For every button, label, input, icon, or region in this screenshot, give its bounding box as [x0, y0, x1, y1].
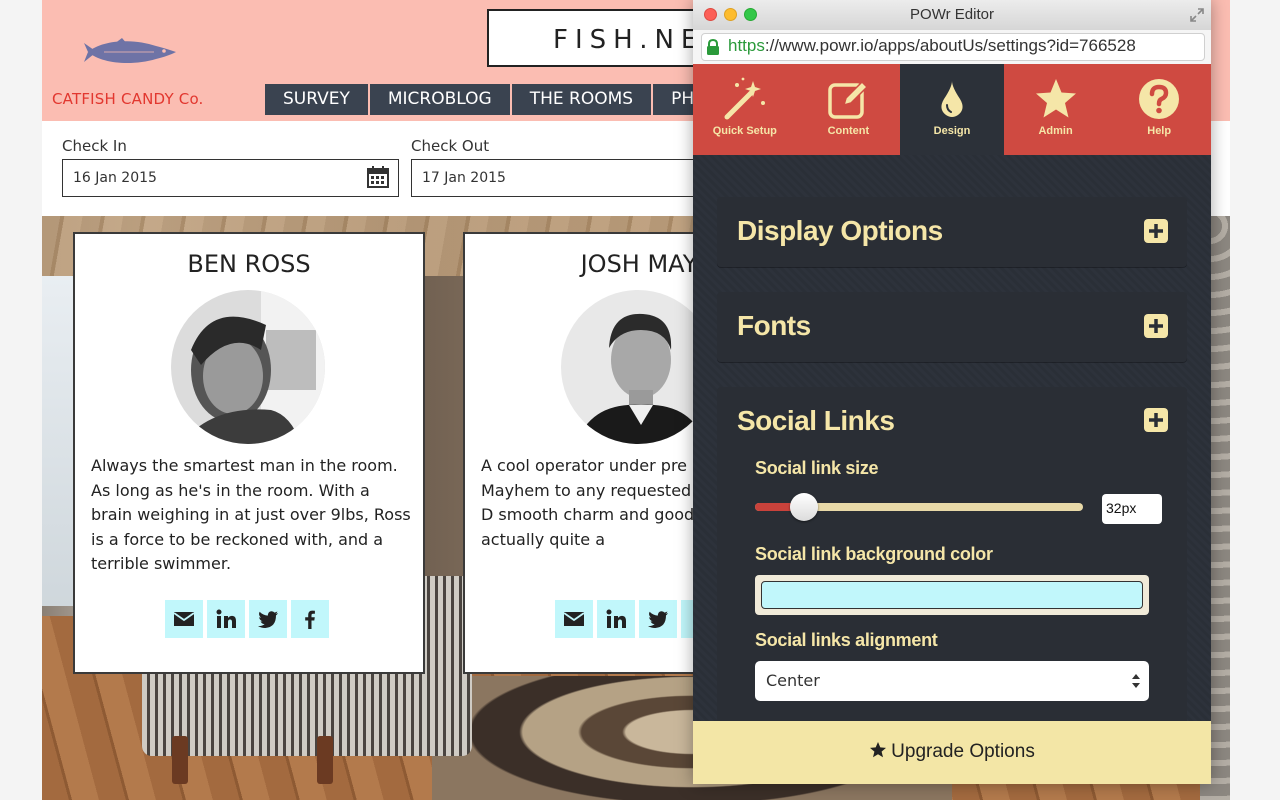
color-swatch: [761, 581, 1143, 609]
social-link-size-label: Social link size: [755, 458, 879, 478]
address-bar: https://www.powr.io/apps/aboutUs/setting…: [693, 30, 1211, 65]
nav-item-the-rooms[interactable]: THE ROOMS: [511, 84, 652, 115]
tab-label: Content: [827, 125, 870, 137]
url-text: https://www.powr.io/apps/aboutUs/setting…: [728, 36, 1136, 56]
avatar: [561, 290, 715, 444]
social-links-alignment-select[interactable]: Center: [755, 661, 1149, 701]
star-icon: [1035, 79, 1076, 118]
url-scheme: https: [728, 36, 765, 55]
plus-icon[interactable]: [1143, 313, 1169, 339]
check-out-value: 17 Jan 2015: [422, 170, 506, 186]
tab-label: Admin: [1038, 125, 1073, 137]
check-in-value: 16 Jan 2015: [73, 170, 157, 186]
social-link-size-input[interactable]: 32px: [1102, 494, 1162, 524]
social-link-bg-color-picker[interactable]: [755, 575, 1149, 615]
facebook-link[interactable]: [291, 600, 329, 638]
twitter-icon: [648, 611, 668, 629]
member-name: BEN ROSS: [187, 250, 311, 278]
social-link-bg-label: Social link background color: [755, 544, 993, 564]
team-card: BEN ROSS Always the smartest man in the …: [73, 232, 425, 674]
avatar: [171, 290, 325, 444]
select-value: Center: [766, 671, 820, 690]
linkedin-link[interactable]: [207, 600, 245, 638]
url-field[interactable]: https://www.powr.io/apps/aboutUs/setting…: [701, 33, 1205, 61]
site-nav: SURVEY MICROBLOG THE ROOMS PH: [265, 84, 714, 115]
tab-quick-setup[interactable]: Quick Setup: [693, 64, 797, 155]
check-out-field[interactable]: 17 Jan 2015: [411, 159, 731, 197]
edit-icon: [828, 80, 869, 119]
tab-label: Quick Setup: [712, 125, 777, 137]
star-icon: [870, 742, 887, 758]
email-icon: [173, 612, 195, 626]
tab-admin[interactable]: Admin: [1004, 64, 1108, 155]
drop-icon: [941, 81, 963, 117]
nav-item-microblog[interactable]: MICROBLOG: [369, 84, 510, 115]
facebook-icon: [305, 610, 315, 629]
plus-icon[interactable]: [1143, 218, 1169, 244]
slider-handle[interactable]: [790, 493, 819, 521]
section-title: Display Options: [737, 215, 943, 246]
powr-editor-window: POWr Editor https://www.powr.io/apps/abo…: [693, 0, 1211, 784]
fish-logo-icon: [84, 38, 176, 64]
tab-design[interactable]: Design: [900, 64, 1004, 155]
lock-icon: [707, 39, 719, 55]
section-title[interactable]: Social Links: [737, 405, 895, 437]
select-arrows-icon: [1132, 674, 1140, 688]
site-title-text: FISH.NE: [553, 25, 705, 55]
social-links: [165, 600, 329, 638]
tab-label: Help: [1147, 125, 1172, 137]
section-fonts[interactable]: Fonts: [717, 292, 1187, 362]
window-title: POWr Editor: [910, 6, 994, 23]
linkedin-icon: [606, 609, 626, 628]
upgrade-label: Upgrade Options: [891, 741, 1035, 762]
tab-content[interactable]: Content: [797, 64, 901, 155]
upgrade-options-button[interactable]: Upgrade Options: [693, 721, 1211, 784]
help-icon: [1139, 79, 1180, 119]
window-titlebar[interactable]: POWr Editor: [693, 0, 1211, 31]
section-title: Fonts: [737, 310, 811, 341]
linkedin-link[interactable]: [597, 600, 635, 638]
check-out-label: Check Out: [411, 137, 490, 155]
calendar-icon[interactable]: [367, 166, 389, 188]
twitter-link[interactable]: [249, 600, 287, 638]
nav-item-survey[interactable]: SURVEY: [265, 84, 368, 115]
twitter-icon: [258, 611, 278, 629]
member-bio: Always the smartest man in the room. As …: [91, 456, 411, 573]
check-in-field[interactable]: 16 Jan 2015: [62, 159, 399, 197]
email-link[interactable]: [165, 600, 203, 638]
brand-name[interactable]: CATFISH CANDY Co.: [52, 90, 204, 108]
email-link[interactable]: [555, 600, 593, 638]
url-path: ://www.powr.io/apps/aboutUs/settings?id=…: [764, 36, 1136, 55]
magic-wand-icon: [724, 77, 765, 120]
tab-label: Design: [933, 125, 971, 137]
design-settings-panel: Display Options Fonts Social Links Socia…: [693, 155, 1211, 721]
social-link-size-slider[interactable]: [755, 493, 1083, 521]
email-icon: [563, 612, 585, 626]
linkedin-icon: [216, 609, 236, 628]
social-links-alignment-label: Social links alignment: [755, 630, 938, 650]
editor-tabs: Quick Setup Content Design Admin Help: [693, 64, 1211, 155]
twitter-link[interactable]: [639, 600, 677, 638]
section-display-options[interactable]: Display Options: [717, 197, 1187, 267]
expand-icon[interactable]: [1189, 7, 1205, 23]
plus-icon[interactable]: [1143, 407, 1169, 433]
tab-help[interactable]: Help: [1107, 64, 1211, 155]
check-in-label: Check In: [62, 137, 127, 155]
